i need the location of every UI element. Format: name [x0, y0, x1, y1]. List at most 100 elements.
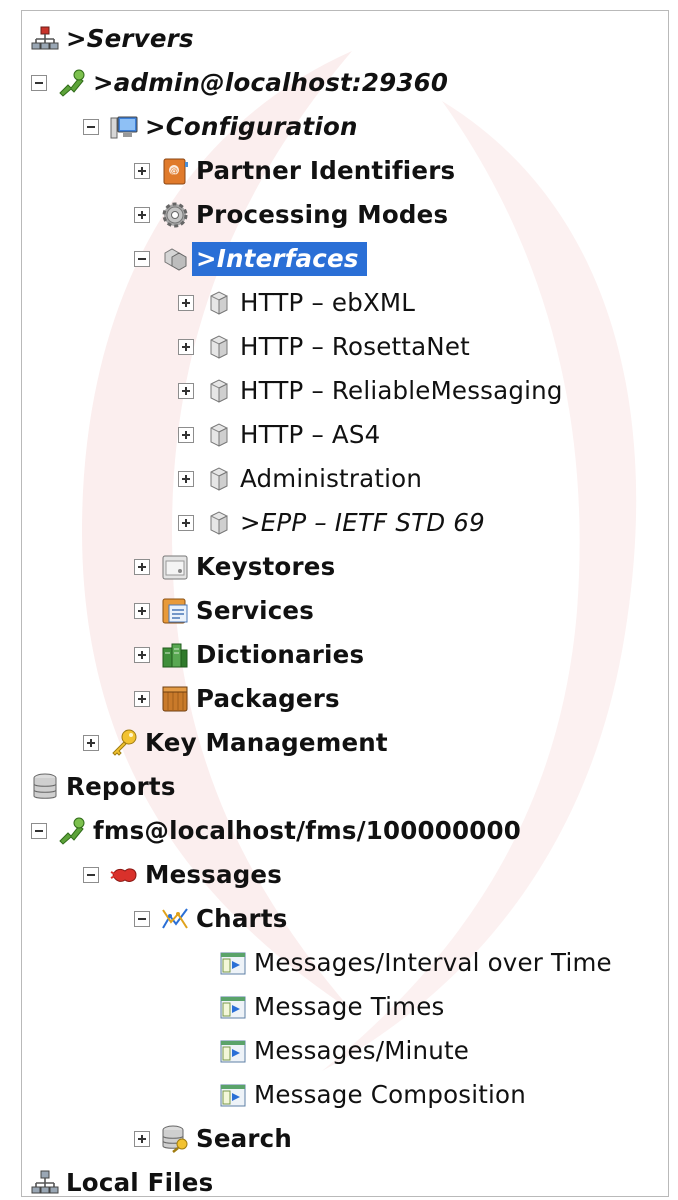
svg-text:@: @: [170, 166, 178, 175]
tree-node-http-ebxml[interactable]: HTTP – ebXML: [22, 283, 668, 323]
configuration-label: >Configuration: [145, 112, 358, 141]
cube-icon: [210, 335, 228, 359]
processing-modes-label: Processing Modes: [196, 200, 449, 229]
gear-icon: [162, 202, 188, 228]
tree-node-fms-server[interactable]: fms@localhost/fms/100000000: [22, 811, 668, 851]
cube-icon: [210, 291, 228, 315]
tree-node-http-as4[interactable]: HTTP – AS4: [22, 415, 668, 455]
expand-toggle[interactable]: [134, 1131, 150, 1147]
tree-node-chart-times[interactable]: Message Times: [22, 987, 668, 1027]
partner-identifiers-label: Partner Identifiers: [196, 156, 456, 185]
expand-toggle[interactable]: [178, 427, 194, 443]
admin-server-label: >admin@localhost:29360: [93, 68, 449, 97]
chart-times-label: Message Times: [254, 992, 445, 1021]
tree-node-chart-interval[interactable]: Messages/Interval over Time: [22, 943, 668, 983]
expand-toggle[interactable]: [134, 691, 150, 707]
collapse-toggle[interactable]: [31, 75, 47, 91]
tree-node-chart-minute[interactable]: Messages/Minute: [22, 1031, 668, 1071]
keystores-label: Keystores: [196, 552, 336, 581]
chart-minute-label: Messages/Minute: [254, 1036, 470, 1065]
tree-node-servers[interactable]: >Servers: [22, 19, 668, 59]
key-icon: [112, 729, 137, 756]
computer-icon: [110, 116, 138, 139]
database-search-icon: [162, 1125, 188, 1153]
collapse-toggle[interactable]: [83, 867, 99, 883]
local-files-label: Local Files: [66, 1168, 214, 1197]
http-rosettanet-label: HTTP – RosettaNet: [240, 332, 470, 361]
tree-node-keystores[interactable]: Keystores: [22, 547, 668, 587]
cube-icon: [210, 511, 228, 535]
expand-toggle[interactable]: [134, 647, 150, 663]
tree-panel: >Servers >admin@localhost:29360 >Configu…: [21, 10, 669, 1197]
books-icon: [162, 643, 188, 668]
epp-label: >EPP – IETF STD 69: [240, 508, 485, 537]
cube-icon: [210, 467, 228, 491]
messages-label: Messages: [145, 860, 283, 889]
safe-icon: [162, 555, 188, 580]
http-reliablemessaging-label: HTTP – ReliableMessaging: [240, 376, 563, 405]
components-icon: [164, 248, 187, 271]
packagers-label: Packagers: [196, 684, 340, 713]
tree-node-chart-composition[interactable]: Message Composition: [22, 1075, 668, 1115]
server-connection-icon: [59, 817, 85, 845]
tree-node-http-rosettanet[interactable]: HTTP – RosettaNet: [22, 327, 668, 367]
server-connection-icon: [59, 69, 85, 97]
tree-node-admin-server[interactable]: >admin@localhost:29360: [22, 63, 668, 103]
expand-toggle[interactable]: [134, 207, 150, 223]
tree-node-messages[interactable]: Messages: [22, 855, 668, 895]
database-stack-icon: [33, 773, 57, 799]
tree-node-processing-modes[interactable]: Processing Modes: [22, 195, 668, 235]
tree-node-search[interactable]: Search: [22, 1119, 668, 1159]
tree-node-local-files[interactable]: Local Files: [22, 1163, 668, 1197]
messages-icon: [110, 868, 137, 882]
collapse-toggle[interactable]: [83, 119, 99, 135]
network-icon: [31, 1170, 59, 1194]
expand-toggle[interactable]: [134, 559, 150, 575]
expand-toggle[interactable]: [178, 515, 194, 531]
administration-label: Administration: [240, 464, 423, 493]
tree-node-epp[interactable]: >EPP – IETF STD 69: [22, 503, 668, 543]
chart-document-icon: [220, 1084, 246, 1107]
tree-node-packagers[interactable]: Packagers: [22, 679, 668, 719]
chart-interval-label: Messages/Interval over Time: [254, 948, 612, 977]
tree-node-administration[interactable]: Administration: [22, 459, 668, 499]
collapse-toggle[interactable]: [134, 911, 150, 927]
expand-toggle[interactable]: [178, 339, 194, 355]
expand-toggle[interactable]: [178, 383, 194, 399]
interfaces-label: >Interfaces: [192, 242, 367, 276]
tree-node-partner-identifiers[interactable]: @ Partner Identifiers: [22, 151, 668, 191]
tree-node-services[interactable]: Services: [22, 591, 668, 631]
collapse-toggle[interactable]: [134, 251, 150, 267]
dictionaries-label: Dictionaries: [196, 640, 365, 669]
chart-document-icon: [220, 1040, 246, 1063]
expand-toggle[interactable]: [134, 163, 150, 179]
expand-toggle[interactable]: [134, 603, 150, 619]
reports-label: Reports: [66, 772, 176, 801]
services-label: Services: [196, 596, 315, 625]
address-book-icon: @: [163, 158, 188, 185]
charts-label: Charts: [196, 904, 288, 933]
cube-icon: [210, 423, 228, 447]
tree-node-interfaces[interactable]: >Interfaces: [22, 239, 668, 279]
key-management-label: Key Management: [145, 728, 388, 757]
chart-document-icon: [220, 996, 246, 1019]
expand-toggle[interactable]: [178, 471, 194, 487]
package-icon: [162, 686, 188, 712]
expand-toggle[interactable]: [83, 735, 99, 751]
services-icon: [162, 598, 188, 624]
tree-node-http-reliablemessaging[interactable]: HTTP – ReliableMessaging: [22, 371, 668, 411]
tree-node-configuration[interactable]: >Configuration: [22, 107, 668, 147]
tree-node-charts[interactable]: Charts: [22, 899, 668, 939]
cube-icon: [210, 379, 228, 403]
network-icon: [31, 26, 59, 50]
http-as4-label: HTTP – AS4: [240, 420, 381, 449]
tree-node-dictionaries[interactable]: Dictionaries: [22, 635, 668, 675]
expand-toggle[interactable]: [178, 295, 194, 311]
chart-composition-label: Message Composition: [254, 1080, 526, 1109]
chart-document-icon: [220, 952, 246, 975]
search-label: Search: [196, 1124, 293, 1153]
tree-node-reports[interactable]: Reports: [22, 767, 668, 807]
collapse-toggle[interactable]: [31, 823, 47, 839]
servers-label: >Servers: [66, 24, 194, 53]
tree-node-key-management[interactable]: Key Management: [22, 723, 668, 763]
